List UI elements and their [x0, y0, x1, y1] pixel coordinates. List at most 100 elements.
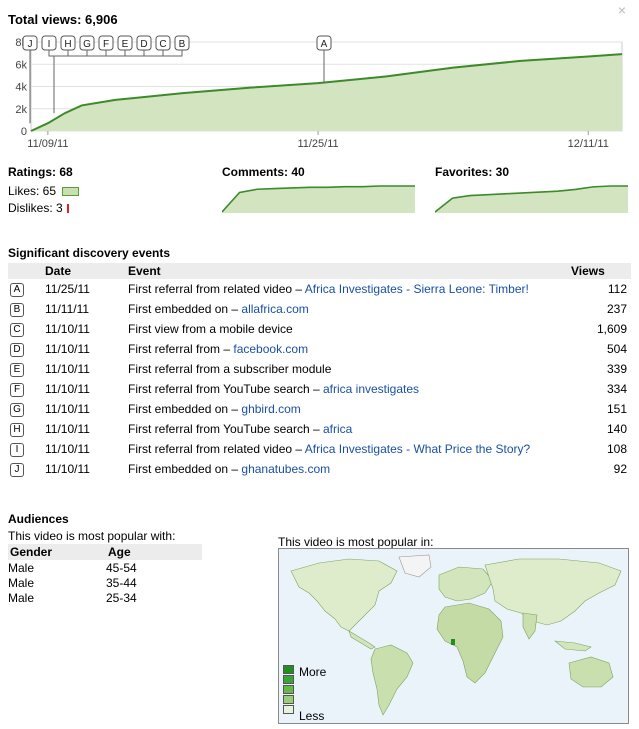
event-letter-marker[interactable]: G: [10, 403, 24, 417]
event-description-cell: First referral from – facebook.com: [128, 339, 571, 359]
south-america-shape: [370, 644, 414, 716]
total-views-chart: 8k6k4k2k011/09/11 11/25/11 12/11/11J I H G F E D…: [15, 35, 623, 150]
audience-age: 45-54: [106, 560, 137, 575]
event-link[interactable]: allafrica.com: [241, 302, 308, 316]
comments-sparkline: [222, 185, 415, 213]
table-row: Male 25-34: [8, 590, 202, 605]
australia-shape: [568, 656, 614, 688]
sparkline-area: [435, 186, 628, 213]
age-column-header: Age: [106, 544, 202, 560]
event-link[interactable]: facebook.com: [233, 342, 308, 356]
event-letter-marker[interactable]: I: [10, 443, 24, 457]
event-letter-cell: B: [8, 299, 45, 319]
table-row: J 11/10/11 First embedded on – ghanatubes.…: [8, 459, 631, 479]
x-tick-label: 11/09/11: [27, 138, 68, 150]
event-letter-marker[interactable]: J: [10, 463, 24, 477]
event-marker-d[interactable]: D: [136, 35, 152, 51]
event-marker-j[interactable]: J: [22, 35, 38, 51]
y-tick-label: 2k: [15, 104, 27, 116]
event-letter-marker[interactable]: H: [10, 423, 24, 437]
comments-title: Comments: 40: [222, 165, 305, 179]
likes-label: Likes: 65: [8, 184, 57, 198]
event-date: 11/10/11: [45, 442, 90, 456]
close-icon[interactable]: ×: [615, 3, 629, 17]
event-marker-e[interactable]: E: [117, 35, 133, 51]
audience-age: 25-34: [106, 590, 137, 605]
event-marker-letter: H: [64, 39, 71, 50]
event-letter-cell: A: [8, 279, 45, 299]
event-link[interactable]: ghanatubes.com: [241, 462, 330, 476]
event-letter-marker[interactable]: B: [10, 303, 24, 317]
event-views: 334: [606, 382, 627, 396]
event-views: 339: [606, 362, 627, 376]
audiences-subtitle: This video is most popular with:: [8, 529, 176, 543]
audiences-title: Audiences: [8, 512, 69, 526]
event-link[interactable]: Africa Investigates - Sierra Leone: Timb…: [305, 282, 529, 296]
event-marker-b[interactable]: B: [174, 35, 190, 51]
event-marker-a[interactable]: A: [316, 35, 332, 51]
event-description-cell: First referral from a subscriber module: [128, 359, 571, 379]
y-tick-label: 4k: [15, 82, 27, 94]
table-row: Male 35-44: [8, 575, 202, 590]
north-america-shape: [290, 558, 398, 632]
event-link[interactable]: africa: [323, 422, 352, 436]
x-tick-label: 12/11/11: [568, 138, 609, 150]
event-marker-g[interactable]: G: [79, 35, 95, 51]
event-description-cell: First embedded on – allafrica.com: [128, 299, 571, 319]
favorites-sparkline: [435, 185, 628, 213]
europe-shape: [438, 566, 494, 602]
event-description: First referral from a subscriber module: [128, 362, 332, 376]
event-marker-letter: E: [122, 39, 129, 50]
event-marker-letter: F: [103, 39, 109, 50]
event-column-header: Event: [128, 263, 571, 279]
event-description: First embedded on –: [128, 402, 242, 416]
event-letter-cell: F: [8, 379, 45, 399]
legend-swatch: [283, 705, 294, 714]
event-letter-cell: D: [8, 339, 45, 359]
event-date: 11/11/11: [45, 302, 90, 316]
event-marker-c[interactable]: C: [155, 35, 171, 51]
table-row: H 11/10/11 First referral from YouTube sea…: [8, 419, 631, 439]
event-letter-marker[interactable]: E: [10, 363, 24, 377]
table-row: I 11/10/11 First referral from related vid…: [8, 439, 631, 459]
event-views: 504: [606, 342, 627, 356]
event-date: 11/10/11: [45, 362, 90, 376]
event-date: 11/10/11: [45, 462, 90, 476]
event-description-cell: First referral from related video – Afri…: [128, 279, 571, 299]
event-description-cell: First referral from related video – Afri…: [128, 439, 571, 459]
event-link[interactable]: ghbird.com: [241, 402, 300, 416]
india-shape: [522, 612, 538, 640]
event-letter-marker[interactable]: C: [10, 323, 24, 337]
event-marker-letter: I: [48, 39, 51, 50]
event-date: 11/10/11: [45, 382, 90, 396]
event-description-cell: First referral from YouTube search – afr…: [128, 419, 571, 439]
event-marker-h[interactable]: H: [60, 35, 76, 51]
total-views-title: Total views: 6,906: [8, 12, 118, 27]
world-map[interactable]: More Less: [278, 548, 629, 724]
event-marker-letter: C: [159, 39, 166, 50]
event-description-cell: First view from a mobile device: [128, 319, 571, 339]
world-map-graphic: [290, 554, 622, 716]
event-link[interactable]: africa investigates: [323, 382, 419, 396]
event-marker-i[interactable]: I: [41, 35, 57, 51]
table-row: C 11/10/11 First view from a mobile device…: [8, 319, 631, 339]
table-row: F 11/10/11 First referral from YouTube sea…: [8, 379, 631, 399]
gender-column-header: Gender: [8, 544, 106, 560]
event-link[interactable]: Africa Investigates - What Price the Sto…: [305, 442, 530, 456]
event-letter-cell: H: [8, 419, 45, 439]
event-letter-marker[interactable]: A: [10, 283, 24, 297]
audiences-table: Gender Age Male 45-54 Male 35-44 Male 25-34: [8, 544, 202, 605]
event-letter-marker[interactable]: F: [10, 383, 24, 397]
greenland-shape: [398, 554, 432, 578]
table-row: G 11/10/11 First embedded on – ghbird.com 1…: [8, 399, 631, 419]
event-views: 92: [613, 462, 627, 476]
table-row: B 11/11/11 First embedded on – allafrica.c…: [8, 299, 631, 319]
event-marker-f[interactable]: F: [98, 35, 114, 51]
indonesia-shape: [554, 640, 592, 652]
event-description: First referral from related video –: [128, 282, 305, 296]
event-description: First view from a mobile device: [128, 322, 293, 336]
event-marker-letter: A: [321, 39, 328, 50]
event-letter-marker[interactable]: D: [10, 343, 24, 357]
discovery-title: Significant discovery events: [8, 246, 171, 260]
x-tick-label: 11/25/11: [297, 138, 338, 150]
